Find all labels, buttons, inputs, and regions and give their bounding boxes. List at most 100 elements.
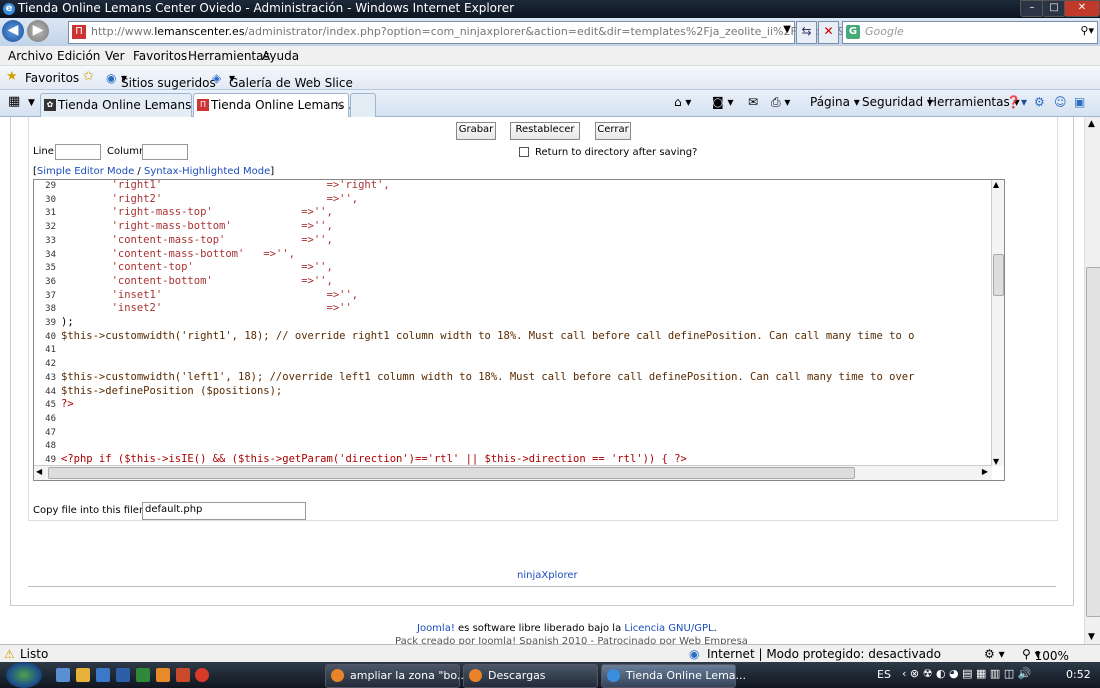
powerpoint-icon[interactable]	[176, 668, 190, 682]
messenger-icon[interactable]: ☺	[1054, 95, 1067, 109]
search-box[interactable]: G Google ⚲▾	[842, 21, 1098, 44]
task-tienda[interactable]: Tienda Online Lema...	[601, 664, 746, 688]
syntax-mode-link[interactable]: Syntax-Highlighted Mode	[144, 166, 270, 177]
scroll-up-icon[interactable]: ▲	[993, 180, 999, 189]
excel-icon[interactable]	[136, 668, 150, 682]
editor-hscroll-thumb[interactable]	[48, 467, 855, 479]
menu-herramientas[interactable]: Herramientas	[188, 49, 270, 63]
suggested-sites-link[interactable]: Sitios sugeridos ▾	[121, 71, 216, 90]
word-icon[interactable]	[116, 668, 130, 682]
menu-favoritos[interactable]: Favoritos	[133, 49, 187, 63]
addons-icon[interactable]: ⚙ ▾	[984, 647, 1005, 661]
line-number: 35	[45, 263, 56, 274]
status-text: Listo	[20, 647, 49, 661]
research-icon[interactable]: ⚙	[1034, 95, 1045, 109]
page-scroll-down-icon[interactable]: ▼	[1088, 632, 1095, 642]
address-bar[interactable]: Π http://www.lemanscenter.es/administrat…	[68, 21, 918, 44]
page-vertical-scrollbar[interactable]: ▲ ▼	[1084, 117, 1100, 644]
google-icon: G	[846, 25, 860, 39]
onenote-icon[interactable]: ▣	[1074, 95, 1085, 109]
code-line: 'right2' =>'',	[61, 192, 359, 205]
search-input[interactable]: Google	[865, 25, 904, 38]
line-input[interactable]	[55, 144, 101, 160]
joomla-link[interactable]: Joomla!	[417, 623, 455, 634]
editor-horizontal-scrollbar[interactable]: ◀ ▶	[34, 465, 992, 480]
forward-arrow-icon[interactable]: ▶	[27, 20, 49, 42]
pack-credit: Pack creado por Joomla! Spanish 2010 - P…	[395, 636, 748, 644]
line-number: 30	[45, 194, 56, 205]
web-slice-gallery-link[interactable]: Galería de Web Slice ▾	[229, 71, 353, 90]
maximize-button[interactable]: □	[1042, 0, 1066, 17]
code-line: $this->customwidth('right1', 18); // ove…	[61, 329, 915, 342]
scroll-left-icon[interactable]: ◀	[36, 467, 42, 476]
column-input[interactable]	[142, 144, 188, 160]
code-line: 'content-top' =>'',	[61, 261, 333, 274]
line-number: 36	[45, 276, 56, 287]
reset-button[interactable]: Restablecer	[510, 122, 580, 140]
line-number: 31	[45, 208, 56, 219]
print-icon[interactable]: ⎙ ▾	[771, 95, 790, 110]
save-button[interactable]: Grabar	[456, 122, 496, 140]
return-checkbox[interactable]	[519, 147, 529, 157]
ie-quicklaunch-icon[interactable]	[96, 668, 110, 682]
search-icon[interactable]: ⚲▾	[1080, 24, 1094, 37]
tray-icons[interactable]: ‹ ⊗ ☢ ◐ ◕ ▤ ▦ ▥ ◫ 🔊	[902, 667, 1031, 680]
code-line: <?php if ($this->isIE() && ($this->getPa…	[61, 453, 687, 465]
stop-icon[interactable]: ✕	[818, 21, 839, 44]
back-arrow-icon[interactable]: ◀	[2, 20, 24, 42]
page-scroll-thumb[interactable]	[1086, 267, 1100, 617]
close-button[interactable]: Cerrar	[595, 122, 631, 140]
menu-edicion[interactable]: Edición	[57, 49, 100, 63]
page-scroll-up-icon[interactable]: ▲	[1088, 119, 1095, 129]
task-descargas[interactable]: Descargas	[463, 664, 598, 688]
add-favorite-icon[interactable]: ✩	[83, 69, 94, 84]
code-line: 'content-mass-top' =>'',	[61, 233, 333, 246]
home-icon[interactable]: ⌂ ▾	[674, 95, 691, 109]
page-menu[interactable]: Página ▾	[810, 95, 860, 109]
close-tab-icon[interactable]: ✕	[334, 98, 344, 112]
compatibility-icon[interactable]: ⇆	[796, 21, 817, 44]
code-editor[interactable]: 29 30 31 32 33 34 35 36 37 38 39 40 41 42 43 44 45 46 47 48…	[33, 179, 1005, 481]
tab-list-icon[interactable]: ▼	[28, 98, 35, 108]
menu-ver[interactable]: Ver	[105, 49, 125, 63]
ie-icon	[607, 669, 620, 682]
chrome-icon[interactable]	[195, 668, 209, 682]
scroll-right-icon[interactable]: ▶	[982, 467, 988, 476]
line-number: 44	[45, 386, 56, 397]
security-menu[interactable]: Seguridad ▾	[862, 95, 933, 109]
license-link[interactable]: Licencia GNU/GPL	[624, 623, 713, 634]
start-orb-icon[interactable]	[6, 662, 42, 688]
minimize-button[interactable]: –	[1020, 0, 1044, 17]
media-icon[interactable]	[156, 668, 170, 682]
editor-vertical-scrollbar[interactable]: ▲ ▼	[991, 180, 1004, 466]
read-mail-icon[interactable]: ✉	[748, 95, 758, 109]
editor-scroll-thumb[interactable]	[993, 254, 1004, 296]
tab-2[interactable]: Π Tienda Online Lemans ... ✕	[193, 93, 360, 117]
copy-filename-input[interactable]: default.php	[142, 502, 306, 520]
scroll-down-icon[interactable]: ▼	[993, 457, 999, 466]
code-line: 'right1' =>'right',	[61, 179, 390, 191]
show-desktop-icon[interactable]	[56, 668, 70, 682]
language-indicator[interactable]: ES	[877, 668, 891, 681]
new-tab-button[interactable]	[350, 93, 376, 117]
menu-ayuda[interactable]: Ayuda	[262, 49, 299, 63]
line-number: 47	[45, 427, 56, 438]
explorer-icon[interactable]	[76, 668, 90, 682]
menu-archivo[interactable]: Archivo	[8, 49, 53, 63]
quick-tabs-icon[interactable]: ▦	[8, 94, 20, 109]
task-ampliar[interactable]: ampliar la zona "bo...	[325, 664, 467, 688]
ninjaxplorer-link[interactable]: ninjaXplorer	[517, 570, 578, 581]
close-window-button[interactable]: ✕	[1064, 0, 1100, 17]
internet-globe-icon: ◉	[689, 647, 700, 661]
feeds-icon[interactable]: ◙ ▾	[712, 95, 733, 109]
zone-text: Internet | Modo protegido: desactivado	[707, 647, 941, 661]
favorites-button[interactable]: Favoritos	[25, 71, 79, 85]
address-row: ◀ ▶ Π http://www.lemanscenter.es/adminis…	[0, 18, 1100, 46]
title-bar: e Tienda Online Lemans Center Oviedo - A…	[0, 0, 1100, 18]
zoom-control[interactable]: ⚲ 100% ▾	[1022, 647, 1069, 663]
code-line: $this->definePosition ($positions);	[61, 384, 283, 397]
help-icon[interactable]: ❓▾	[1006, 95, 1027, 109]
tab-1[interactable]: ✿ Tienda Online Lemans Ce...	[40, 93, 222, 117]
address-dropdown-icon[interactable]: ▼	[783, 24, 791, 35]
simple-mode-link[interactable]: Simple Editor Mode	[37, 166, 134, 177]
